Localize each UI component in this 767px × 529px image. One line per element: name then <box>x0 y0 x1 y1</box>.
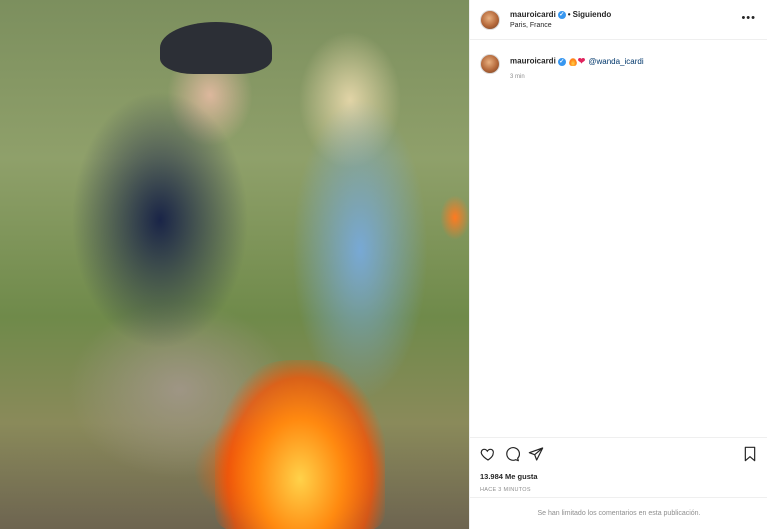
like-heart-icon[interactable] <box>480 446 496 462</box>
verified-icon: ✓ <box>557 57 566 66</box>
post-photo[interactable] <box>0 0 469 529</box>
fire-emoji-icon <box>568 57 577 66</box>
caption-text: mauroicardi ✓ ❤ @wanda_icardi <box>510 56 644 67</box>
caption-username[interactable]: mauroicardi <box>510 57 556 66</box>
caption-avatar[interactable] <box>480 54 500 74</box>
action-bar: 13.984 Me gusta HACE 3 MINUTOS <box>470 437 767 497</box>
share-icon[interactable] <box>528 446 544 462</box>
comment-icon[interactable] <box>504 446 520 462</box>
verified-icon: ✓ <box>557 10 566 19</box>
post-side-panel: mauroicardi ✓ • Siguiendo Paris, France •••… <box>469 0 767 529</box>
separator-dot: • <box>567 10 571 19</box>
avatar[interactable] <box>480 10 500 30</box>
post-header: mauroicardi ✓ • Siguiendo Paris, France ••• <box>470 0 767 40</box>
following-button[interactable]: Siguiendo <box>573 10 612 19</box>
heart-emoji-icon: ❤ <box>577 56 586 66</box>
header-username-row: mauroicardi ✓ • Siguiendo <box>510 10 611 19</box>
photo-fire-shape <box>215 360 385 529</box>
location-link[interactable]: Paris, France <box>510 22 552 29</box>
post-caption: mauroicardi ✓ ❤ @wanda_icardi 3 min <box>470 48 767 448</box>
likes-count[interactable]: 13.984 Me gusta <box>480 472 538 481</box>
header-username[interactable]: mauroicardi <box>510 10 556 19</box>
more-options-icon[interactable]: ••• <box>741 12 756 24</box>
mention-link[interactable]: @wanda_icardi <box>588 57 643 66</box>
caption-timestamp: 3 min <box>510 74 525 80</box>
post-time-ago: HACE 3 MINUTOS <box>480 487 531 493</box>
photo-fire-spark <box>440 195 469 240</box>
photo-cap-shape <box>160 22 272 74</box>
save-bookmark-icon[interactable] <box>742 446 758 462</box>
comments-limited-notice: Se han limitado los comentarios en esta … <box>470 497 767 529</box>
